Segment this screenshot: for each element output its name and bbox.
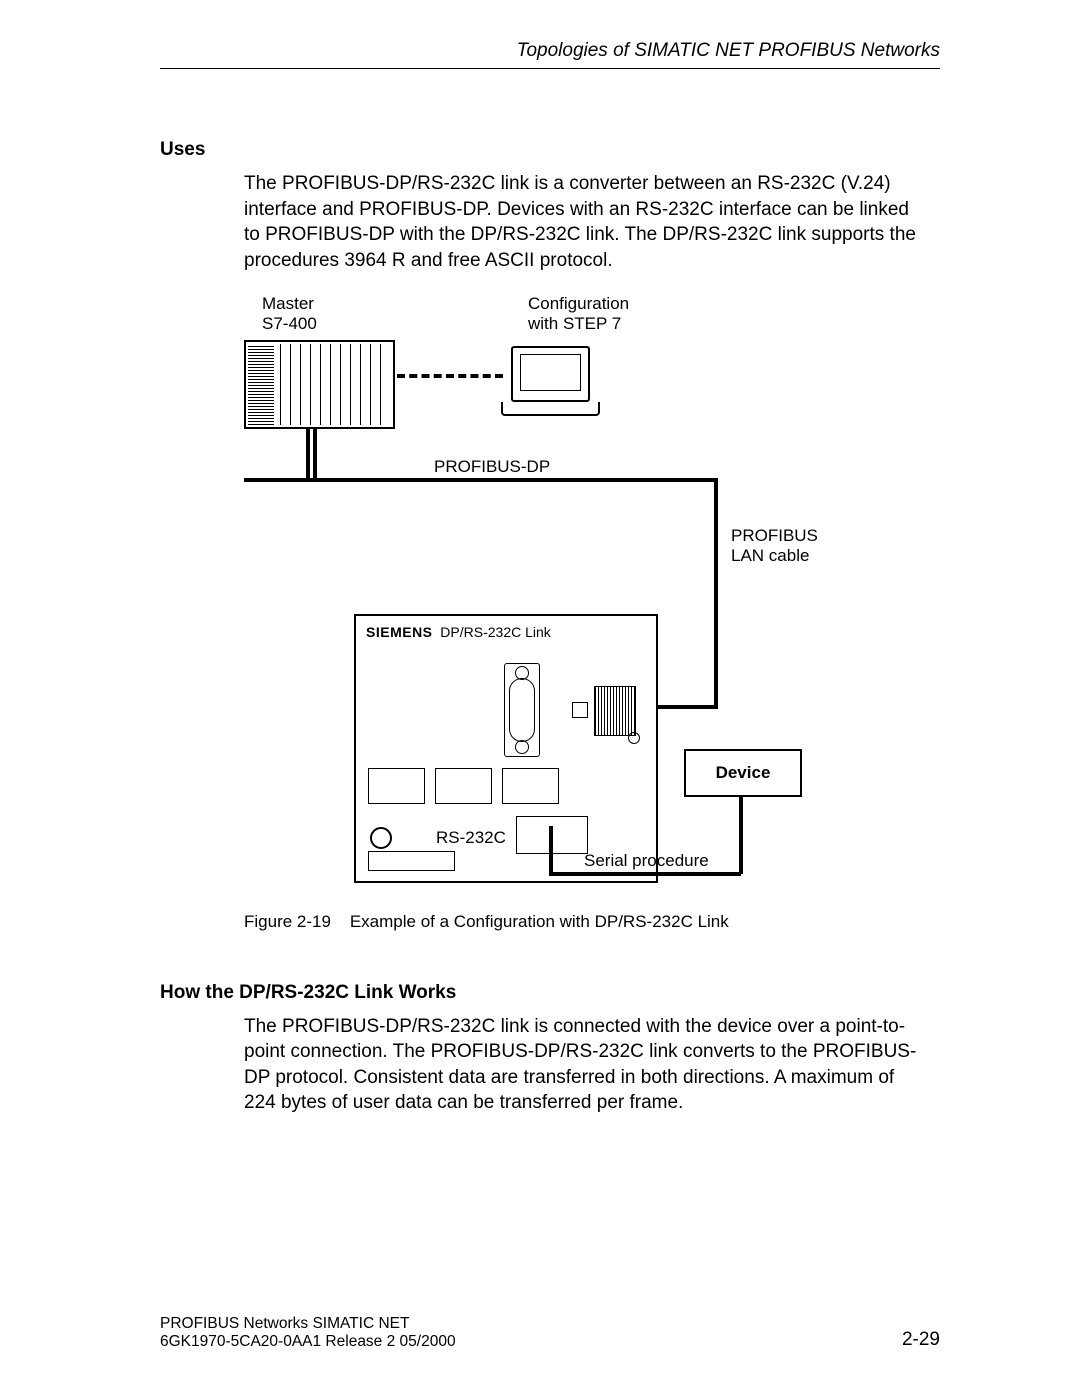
section-uses-body: The PROFIBUS-DP/RS-232C link is a conver…: [244, 171, 924, 274]
led-icon: [370, 827, 392, 849]
connector-icon: [572, 686, 638, 734]
label-rs232c: RS-232C: [436, 828, 506, 848]
label-config-l2: with STEP 7: [528, 314, 621, 333]
link-title: SIEMENS DP/RS-232C Link: [366, 624, 551, 640]
figure-caption: Figure 2-19 Example of a Configuration w…: [244, 912, 940, 932]
dashed-link: [397, 374, 503, 378]
page-number: 2-29: [902, 1329, 940, 1351]
label-master-l1: Master: [262, 294, 314, 313]
ring-icon: [628, 732, 640, 744]
device-box: Device: [684, 749, 802, 797]
label-master-l2: S7-400: [262, 314, 317, 333]
link-brand: SIEMENS: [366, 624, 433, 640]
bus-horizontal: [244, 478, 718, 482]
footer-left: PROFIBUS Networks SIMATIC NET 6GK1970-5C…: [160, 1315, 456, 1351]
link-model: DP/RS-232C Link: [440, 624, 551, 640]
label-lan-cable: PROFIBUS LAN cable: [731, 526, 818, 566]
bottom-slot: [368, 851, 455, 871]
label-master: Master S7-400: [262, 294, 317, 334]
section-uses-title: Uses: [160, 139, 940, 161]
bus-to-link: [648, 705, 718, 709]
figure-number: Figure 2-19: [244, 912, 331, 931]
panel-rects: [368, 768, 559, 804]
bus-vertical: [714, 478, 718, 709]
label-profibus-dp: PROFIBUS-DP: [434, 457, 550, 477]
db9-port-icon: [504, 663, 540, 757]
footer-l2: 6GK1970-5CA20-0AA1 Release 2 05/2000: [160, 1333, 456, 1350]
section-how-body: The PROFIBUS-DP/RS-232C link is connecte…: [244, 1014, 924, 1117]
serial-line-v2: [739, 791, 743, 874]
figure-2-19: Master S7-400 Configuration with STEP 7 …: [244, 294, 940, 894]
dp-rs232c-link-device: SIEMENS DP/RS-232C Link RS-232C: [354, 614, 658, 883]
serial-line-v1: [549, 826, 553, 876]
label-serial-procedure: Serial procedure: [584, 851, 709, 871]
header-topic: Topologies of SIMATIC NET PROFIBUS Netwo…: [160, 40, 940, 69]
footer-l1: PROFIBUS Networks SIMATIC NET: [160, 1315, 409, 1332]
figure-caption-text: Example of a Configuration with DP/RS-23…: [350, 912, 729, 931]
section-how-title: How the DP/RS-232C Link Works: [160, 982, 940, 1004]
label-lan-l2: LAN cable: [731, 546, 809, 565]
plc-icon: [244, 340, 395, 429]
label-config: Configuration with STEP 7: [528, 294, 629, 334]
serial-line-h: [549, 872, 741, 876]
laptop-icon: [511, 346, 600, 416]
page-footer: PROFIBUS Networks SIMATIC NET 6GK1970-5C…: [160, 1315, 940, 1351]
label-config-l1: Configuration: [528, 294, 629, 313]
plc-drop-line: [306, 427, 320, 479]
label-lan-l1: PROFIBUS: [731, 526, 818, 545]
